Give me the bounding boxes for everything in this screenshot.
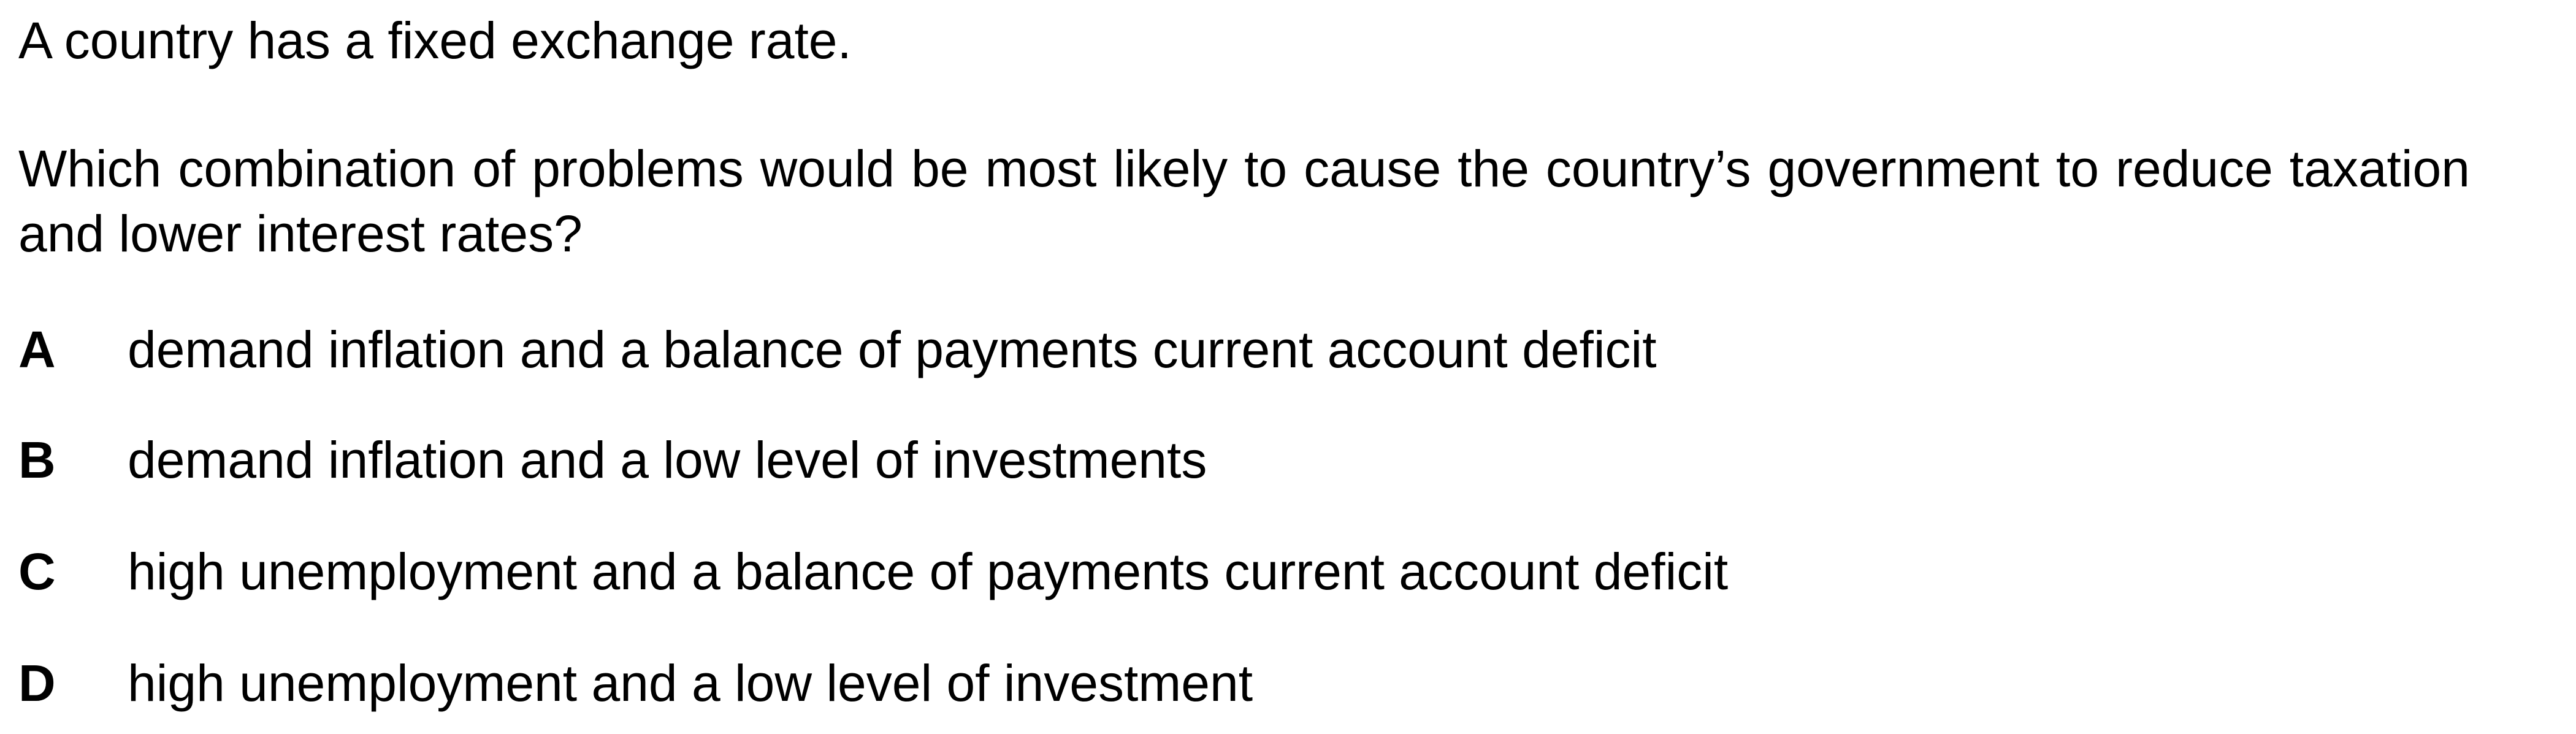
option-b: B demand inflation and a low level of in…	[18, 434, 2532, 495]
option-letter: C	[18, 543, 56, 600]
option-letter: B	[18, 431, 56, 489]
option-letter: D	[18, 654, 56, 712]
option-text: demand inflation and a low level of inve…	[128, 431, 1207, 489]
option-letter: A	[18, 321, 56, 378]
question-context: A country has a fixed exchange rate.	[18, 12, 852, 69]
option-text: high unemployment and a balance of payme…	[128, 543, 1729, 600]
option-text: high unemployment and a low level of inv…	[128, 654, 1253, 712]
option-text: demand inflation and a balance of paymen…	[128, 321, 1657, 378]
option-c: C high unemployment and a balance of pay…	[18, 546, 2532, 607]
option-a: A demand inflation and a balance of paym…	[18, 324, 2532, 385]
question-page: A country has a fixed exchange rate. Whi…	[0, 0, 2576, 734]
option-d: D high unemployment and a low level of i…	[18, 657, 2532, 719]
question-prompt: Which combination of problems would be m…	[18, 140, 2470, 262]
